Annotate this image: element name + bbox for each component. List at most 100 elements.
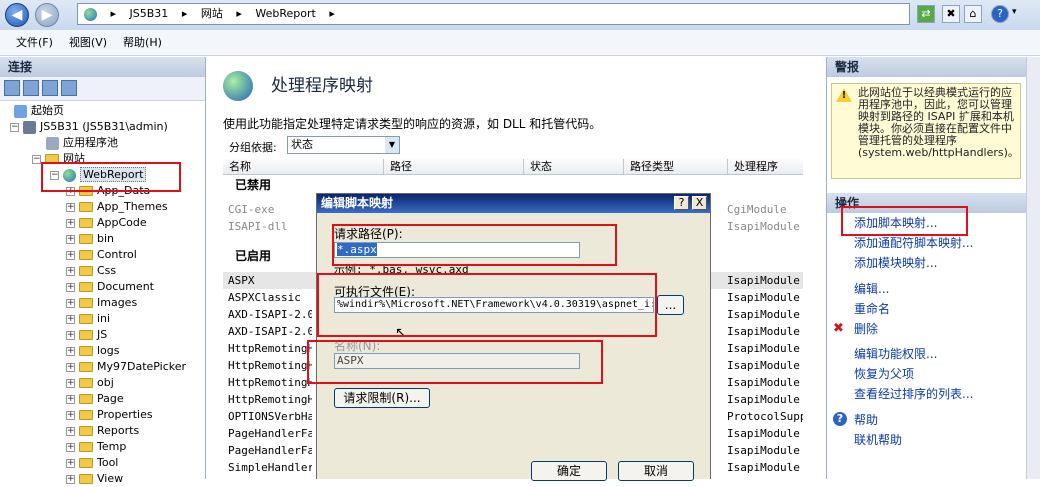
tree-item-folder[interactable]: + bin	[66, 231, 114, 247]
dropdown-arrow-icon[interactable]: ▾	[1012, 7, 1017, 17]
warning-icon: !	[836, 88, 852, 102]
tree-item-apppools[interactable]: 应用程序池	[46, 135, 118, 151]
menu-help[interactable]: 帮助(H)	[115, 30, 170, 56]
action-link[interactable]: 查看经过排序的列表...	[854, 385, 973, 402]
cancel-button[interactable]: 取消	[618, 461, 694, 481]
action-link[interactable]: 重命名	[854, 300, 890, 317]
tree-item-start[interactable]: 起始页	[14, 103, 64, 119]
group-by-select[interactable]: 状态 ▼	[287, 136, 400, 154]
action-link[interactable]: 联机帮助	[854, 431, 902, 448]
up-icon[interactable]	[42, 80, 58, 96]
action-link[interactable]: 添加模块映射...	[854, 254, 937, 271]
ok-button[interactable]: 确定	[531, 461, 607, 481]
page-description: 使用此功能指定处理特定请求类型的响应的资源，如 DLL 和托管代码。	[223, 117, 602, 131]
breadcrumb-site[interactable]: WebReport	[255, 7, 315, 20]
expand-icon[interactable]: +	[66, 442, 75, 452]
tree-item-server[interactable]: − JS5B31 (JS5B31\admin)	[10, 119, 168, 135]
tree-label: bin	[97, 232, 115, 245]
action-link[interactable]: 添加通配符脚本映射...	[854, 234, 973, 251]
expand-icon[interactable]: +	[66, 330, 75, 340]
expand-icon[interactable]: +	[66, 266, 75, 276]
disconnect-icon[interactable]	[61, 80, 77, 96]
tree-item-folder[interactable]: + View	[66, 471, 123, 487]
tree-item-folder[interactable]: + logs	[66, 343, 120, 359]
collapse-icon[interactable]: −	[32, 154, 41, 164]
folder-icon	[79, 474, 93, 484]
dialog-close-button[interactable]: X	[692, 196, 707, 210]
expand-icon[interactable]: +	[66, 314, 75, 324]
tree-item-folder[interactable]: + App_Themes	[66, 199, 168, 215]
tree-label: 起始页	[31, 104, 64, 117]
expand-icon[interactable]: +	[66, 250, 75, 260]
col-handler[interactable]: 处理程序	[727, 159, 778, 175]
tree-item-folder[interactable]: + Document	[66, 279, 154, 295]
action-link[interactable]: 编辑...	[854, 280, 889, 297]
expand-icon[interactable]: +	[66, 394, 75, 404]
action-link[interactable]: 删除	[854, 320, 878, 337]
scrollbar[interactable]	[1026, 57, 1040, 479]
action-link[interactable]: 编辑功能权限...	[854, 345, 937, 362]
expand-icon[interactable]: +	[66, 202, 75, 212]
col-path[interactable]: 路径	[383, 159, 412, 175]
stop-icon[interactable]: ✖	[942, 5, 960, 23]
expand-icon[interactable]: +	[66, 346, 75, 356]
action-link[interactable]: 帮助	[854, 411, 878, 428]
tree-label: App_Themes	[97, 200, 168, 213]
col-name[interactable]: 名称	[223, 159, 383, 175]
forward-arrow-icon[interactable]: ▶	[35, 3, 59, 27]
refresh-icon[interactable]: ⇄	[917, 5, 935, 23]
row-name: ASPXClassic	[228, 291, 301, 304]
tree-item-folder[interactable]: + My97DatePicker	[66, 359, 186, 375]
expand-icon[interactable]: +	[66, 218, 75, 228]
tree-item-folder[interactable]: + Properties	[66, 407, 153, 423]
tree-item-folder[interactable]: + JS	[66, 327, 107, 343]
row-handler: IsapiModule	[727, 325, 800, 338]
expand-icon[interactable]: +	[66, 458, 75, 468]
tree-item-folder[interactable]: + Css	[66, 263, 116, 279]
expand-icon[interactable]: +	[66, 282, 75, 292]
table-header: 名称 路径 状态 路径类型 处理程序	[223, 159, 803, 175]
tree-label: obj	[97, 376, 114, 389]
tree-label: Images	[97, 296, 138, 309]
tree-item-folder[interactable]: + Tool	[66, 455, 118, 471]
help-icon[interactable]: ?	[991, 5, 1009, 23]
expand-icon[interactable]: +	[66, 410, 75, 420]
tree-item-folder[interactable]: + Images	[66, 295, 137, 311]
breadcrumb-sep-icon: ▸	[181, 7, 188, 20]
connections-toolbar	[0, 77, 205, 101]
col-path-type[interactable]: 路径类型	[623, 159, 674, 175]
action-link[interactable]: 恢复为父项	[854, 365, 914, 382]
collapse-icon[interactable]: −	[10, 122, 19, 132]
navigation-bar: ◀ ▶ ▸ JS5B31 ▸ 网站 ▸ WebReport ▸ ⇄ ✖ ⌂ ? …	[0, 0, 1040, 30]
tree-item-folder[interactable]: + Page	[66, 391, 124, 407]
row-name: PageHandlerFact	[228, 427, 312, 440]
breadcrumb-sites[interactable]: 网站	[201, 7, 223, 20]
row-name: HttpRemotingHan	[228, 376, 312, 389]
tree-item-folder[interactable]: + Temp	[66, 439, 126, 455]
home-icon[interactable]: ⌂	[964, 5, 982, 23]
tree-item-folder[interactable]: + ini	[66, 311, 110, 327]
tree-item-folder[interactable]: + AppCode	[66, 215, 147, 231]
menu-view[interactable]: 视图(V)	[61, 30, 115, 56]
tree-item-folder[interactable]: + Reports	[66, 423, 139, 439]
save-icon[interactable]	[23, 80, 39, 96]
expand-icon[interactable]: +	[66, 298, 75, 308]
breadcrumb-server[interactable]: JS5B31	[130, 7, 169, 20]
expand-icon[interactable]: +	[66, 234, 75, 244]
dialog-help-button[interactable]: ?	[674, 196, 689, 210]
menu-file[interactable]: 文件(F)	[8, 30, 61, 56]
tree-item-folder[interactable]: + obj	[66, 375, 114, 391]
request-restrictions-button[interactable]: 请求限制(R)...	[334, 388, 430, 408]
folder-icon	[79, 394, 93, 404]
back-arrow-icon[interactable]: ◀	[5, 3, 29, 27]
expand-icon[interactable]: +	[66, 474, 75, 484]
expand-icon[interactable]: +	[66, 378, 75, 388]
expand-icon[interactable]: +	[66, 362, 75, 372]
browse-button[interactable]: ...	[657, 295, 684, 315]
connect-icon[interactable]	[4, 80, 20, 96]
tree-item-folder[interactable]: + Control	[66, 247, 137, 263]
address-bar[interactable]: ▸ JS5B31 ▸ 网站 ▸ WebReport ▸	[77, 3, 910, 25]
row-handler: CgiModule	[727, 203, 787, 216]
expand-icon[interactable]: +	[66, 426, 75, 436]
col-state[interactable]: 状态	[523, 159, 552, 175]
